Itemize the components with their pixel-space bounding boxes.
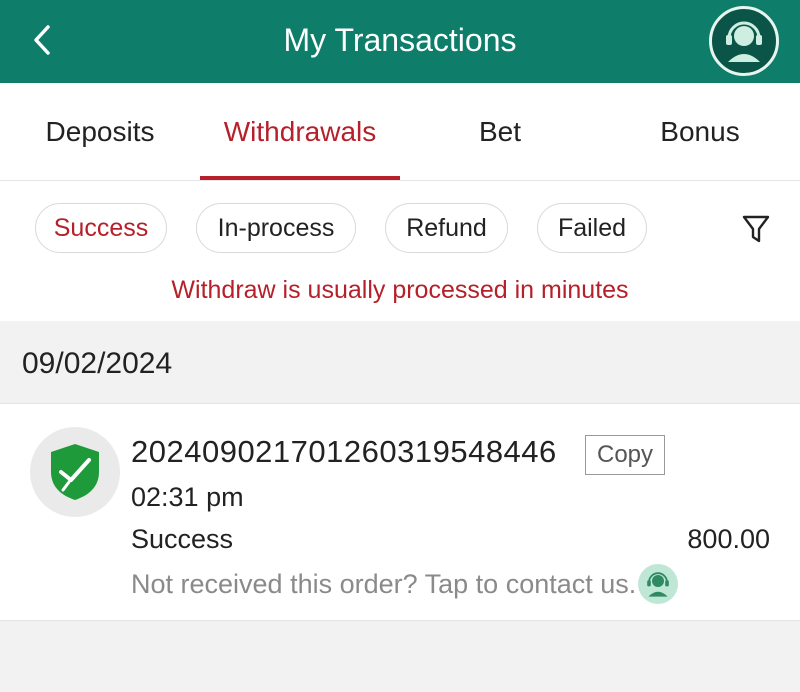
green-shield-check-icon bbox=[51, 444, 99, 500]
processing-notice: Withdraw is usually processed in minutes bbox=[171, 276, 629, 304]
contact-support-link[interactable]: Not received this order? Tap to contact … bbox=[131, 564, 679, 604]
active-tab-indicator bbox=[200, 176, 400, 180]
contact-support-text: Not received this order? Tap to contact … bbox=[131, 568, 637, 599]
transaction-card[interactable]: 20240902170126031954844​6 Copy 02:31 pm … bbox=[0, 403, 800, 621]
status-avatar bbox=[30, 427, 120, 517]
tab-bonus[interactable]: Bonus bbox=[600, 83, 800, 181]
customer-support-icon bbox=[726, 21, 762, 62]
date-group-header: 09/02/2024 bbox=[0, 321, 800, 403]
app-header: My Transactions bbox=[0, 0, 800, 83]
date-label: 09/02/2024 bbox=[22, 347, 173, 380]
filter-chip-refund[interactable]: Refund bbox=[385, 203, 508, 253]
status-filter-bar: Success In-process Refund Failed Withdra… bbox=[0, 181, 800, 321]
transaction-status: Success bbox=[131, 524, 234, 554]
filter-chip-in-process[interactable]: In-process bbox=[196, 203, 356, 253]
filter-funnel-icon bbox=[742, 215, 770, 243]
support-button[interactable] bbox=[709, 6, 779, 76]
transaction-tabs: Deposits Withdrawals Bet Bonus bbox=[0, 83, 800, 181]
filter-chip-success[interactable]: Success bbox=[35, 203, 167, 253]
transaction-amount: 800.00 bbox=[687, 524, 770, 554]
transaction-time: 02:31 pm bbox=[131, 482, 244, 512]
filter-button[interactable] bbox=[736, 209, 776, 249]
order-id: 20240902170126031954844​6 bbox=[131, 434, 557, 469]
page-title: My Transactions bbox=[283, 22, 517, 58]
tab-deposits[interactable]: Deposits bbox=[0, 83, 200, 181]
tab-withdrawals[interactable]: Withdrawals bbox=[200, 83, 400, 181]
tab-bet[interactable]: Bet bbox=[400, 83, 600, 181]
filter-chip-failed[interactable]: Failed bbox=[537, 203, 647, 253]
customer-support-small-icon bbox=[638, 564, 679, 604]
copy-order-id-button[interactable]: Copy bbox=[585, 435, 665, 475]
